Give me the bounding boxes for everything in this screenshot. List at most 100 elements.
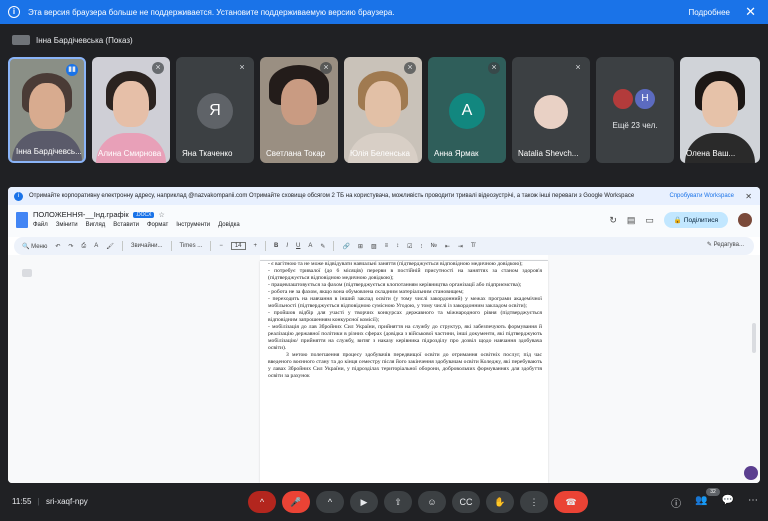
more-options-button[interactable]: ⋮ xyxy=(520,491,548,513)
meet-control-bar: 11:55 | sri-xaqf-npy ^ 🎤 ^ ▶ ⇧ ☺ CC ✋ ⋮ … xyxy=(0,483,768,521)
align-icon[interactable]: ≡ xyxy=(385,243,389,249)
camera-options-button[interactable]: ^ xyxy=(316,491,344,513)
people-icon[interactable]: 👥 xyxy=(695,495,707,510)
mic-off-button[interactable]: 🎤 xyxy=(282,491,310,513)
participant-tile[interactable]: ⨯ Юлія Беленська xyxy=(344,57,422,163)
divider xyxy=(210,241,212,251)
indent-icon[interactable]: ⇤ xyxy=(445,243,450,250)
info-icon: i xyxy=(8,6,20,18)
try-workspace-button[interactable]: Спробувати Workspace xyxy=(669,193,734,199)
workspace-promo-bar: i Отримайте корпоративну електронну адре… xyxy=(8,187,760,205)
bullets-icon[interactable]: ⁝ xyxy=(421,243,423,250)
shared-screen: i Отримайте корпоративну електронну адре… xyxy=(8,187,760,483)
divider xyxy=(121,241,123,251)
participant-name: Яна Ткаченко xyxy=(182,149,233,158)
paragraph: З метою полегшення процесу здобувачів пе… xyxy=(268,352,542,379)
share-button[interactable]: 🔒 Поділитися xyxy=(663,212,728,228)
participant-name: Анна Ярмак xyxy=(434,149,479,158)
scrollbar[interactable] xyxy=(752,323,756,353)
font-size-input[interactable]: 14 xyxy=(230,242,246,250)
menu-label: Меню xyxy=(31,243,48,250)
history-icon[interactable]: ↻ xyxy=(609,215,617,226)
underline-icon[interactable]: U xyxy=(296,243,300,249)
paragraph: - переходить на навчання в інший заклад … xyxy=(268,296,542,309)
participant-photo xyxy=(534,95,568,129)
undo-icon[interactable]: ↶ xyxy=(55,243,60,250)
menu-insert[interactable]: Вставити xyxy=(113,222,139,228)
participant-avatar xyxy=(611,87,635,111)
clock-time: 11:55 xyxy=(12,497,32,506)
participant-tile[interactable]: ⨯ Natalia Shevch... xyxy=(512,57,590,163)
more-participants-tile[interactable]: Н Ещё 23 чел. xyxy=(596,57,674,163)
menu-view[interactable]: Вигляд xyxy=(86,222,106,228)
outline-icon[interactable] xyxy=(22,269,32,277)
info-icon: i xyxy=(14,191,23,201)
captions-button[interactable]: CC xyxy=(452,491,480,513)
participant-face xyxy=(29,83,65,129)
decrease-size-button[interactable]: − xyxy=(219,243,223,249)
more-info-link[interactable]: Подробнее xyxy=(689,8,731,17)
info-icon[interactable]: ⓘ xyxy=(671,495,681,510)
highlight-icon[interactable]: ✎ xyxy=(320,243,325,250)
line-spacing-icon[interactable]: ↕ xyxy=(396,243,399,249)
menu-edit[interactable]: Змінити xyxy=(56,222,78,228)
side-controls: ⓘ 👥 💬 ⋯ xyxy=(671,495,758,510)
close-icon[interactable]: ✕ xyxy=(745,192,752,201)
spellcheck-icon[interactable]: A xyxy=(94,243,98,249)
comments-icon[interactable]: ▤ xyxy=(627,215,636,226)
print-icon[interactable]: ⎙ xyxy=(81,243,86,250)
editing-mode-select[interactable]: ✎ Редагува... xyxy=(707,241,744,248)
gemini-icon[interactable] xyxy=(744,466,758,480)
participant-avatar: Я xyxy=(197,93,233,129)
participant-tile[interactable]: ⨯ Светлана Токар xyxy=(260,57,338,163)
text-color-icon[interactable]: A xyxy=(308,243,312,249)
star-icon[interactable]: ☆ xyxy=(158,212,164,219)
account-avatar[interactable] xyxy=(738,213,752,227)
numbered-list-icon[interactable]: № xyxy=(430,243,436,249)
participant-tile[interactable]: Олена Ваш... xyxy=(680,57,760,163)
mic-options-button[interactable]: ^ xyxy=(248,491,276,513)
style-select[interactable]: Звичайни... xyxy=(131,243,163,249)
doc-title[interactable]: ПОЛОЖЕННЯ-__Інд.графік .DOCX ☆ xyxy=(33,210,165,219)
comment-icon[interactable]: ⊞ xyxy=(358,243,363,250)
edit-mode-label: Редагува... xyxy=(713,242,744,248)
mic-off-icon: ⨯ xyxy=(404,62,416,74)
present-button[interactable]: ⇧ xyxy=(384,491,412,513)
clear-format-icon[interactable]: T̸ xyxy=(471,243,475,249)
activities-icon[interactable]: ⋯ xyxy=(748,495,758,510)
bold-icon[interactable]: B xyxy=(274,243,278,249)
camera-button[interactable]: ▶ xyxy=(350,491,378,513)
checklist-icon[interactable]: ☑ xyxy=(407,243,412,250)
participant-body xyxy=(96,133,166,163)
outdent-icon[interactable]: ⇥ xyxy=(458,243,463,250)
participant-tile[interactable]: ▮▮ Інна Бардічевсь... xyxy=(8,57,86,163)
menu-help[interactable]: Довідка xyxy=(218,222,240,228)
reactions-button[interactable]: ☺ xyxy=(418,491,446,513)
search-menu-button[interactable]: 🔍 Меню xyxy=(22,243,47,250)
divider xyxy=(333,241,335,251)
menu-format[interactable]: Формат xyxy=(147,222,168,228)
paint-format-icon[interactable]: 🖌 xyxy=(106,243,114,250)
redo-icon[interactable]: ↷ xyxy=(68,243,73,250)
meet-icon[interactable]: ▭ xyxy=(645,215,654,226)
font-select[interactable]: Times ... xyxy=(180,243,203,249)
raise-hand-button[interactable]: ✋ xyxy=(486,491,514,513)
banner-message: Эта версия браузера больше не поддержива… xyxy=(28,7,395,17)
link-icon[interactable]: 🔗 xyxy=(342,243,349,250)
doc-page[interactable]: - є вагітною та не може відвідувати навч… xyxy=(260,261,548,483)
participant-strip: ▮▮ Інна Бардічевсь... ⨯ Алина Смирнова Я… xyxy=(8,57,760,163)
participant-tile[interactable]: А ⨯ Анна Ярмак xyxy=(428,57,506,163)
image-icon[interactable]: ▨ xyxy=(371,243,377,250)
leave-call-button[interactable]: ☎ xyxy=(554,491,588,513)
increase-size-button[interactable]: + xyxy=(254,243,258,249)
participant-tile[interactable]: Я ⨯ Яна Ткаченко xyxy=(176,57,254,163)
menu-file[interactable]: Файл xyxy=(33,222,48,228)
participant-name: Олена Ваш... xyxy=(686,149,736,158)
chat-icon[interactable]: 💬 xyxy=(722,495,734,510)
close-icon[interactable]: ✕ xyxy=(745,4,756,20)
menu-tools[interactable]: Інструменти xyxy=(176,222,210,228)
promo-text: Отримайте корпоративну електронну адресу… xyxy=(29,193,635,199)
italic-icon[interactable]: I xyxy=(286,243,288,249)
participant-face xyxy=(113,81,149,127)
participant-tile[interactable]: ⨯ Алина Смирнова xyxy=(92,57,170,163)
